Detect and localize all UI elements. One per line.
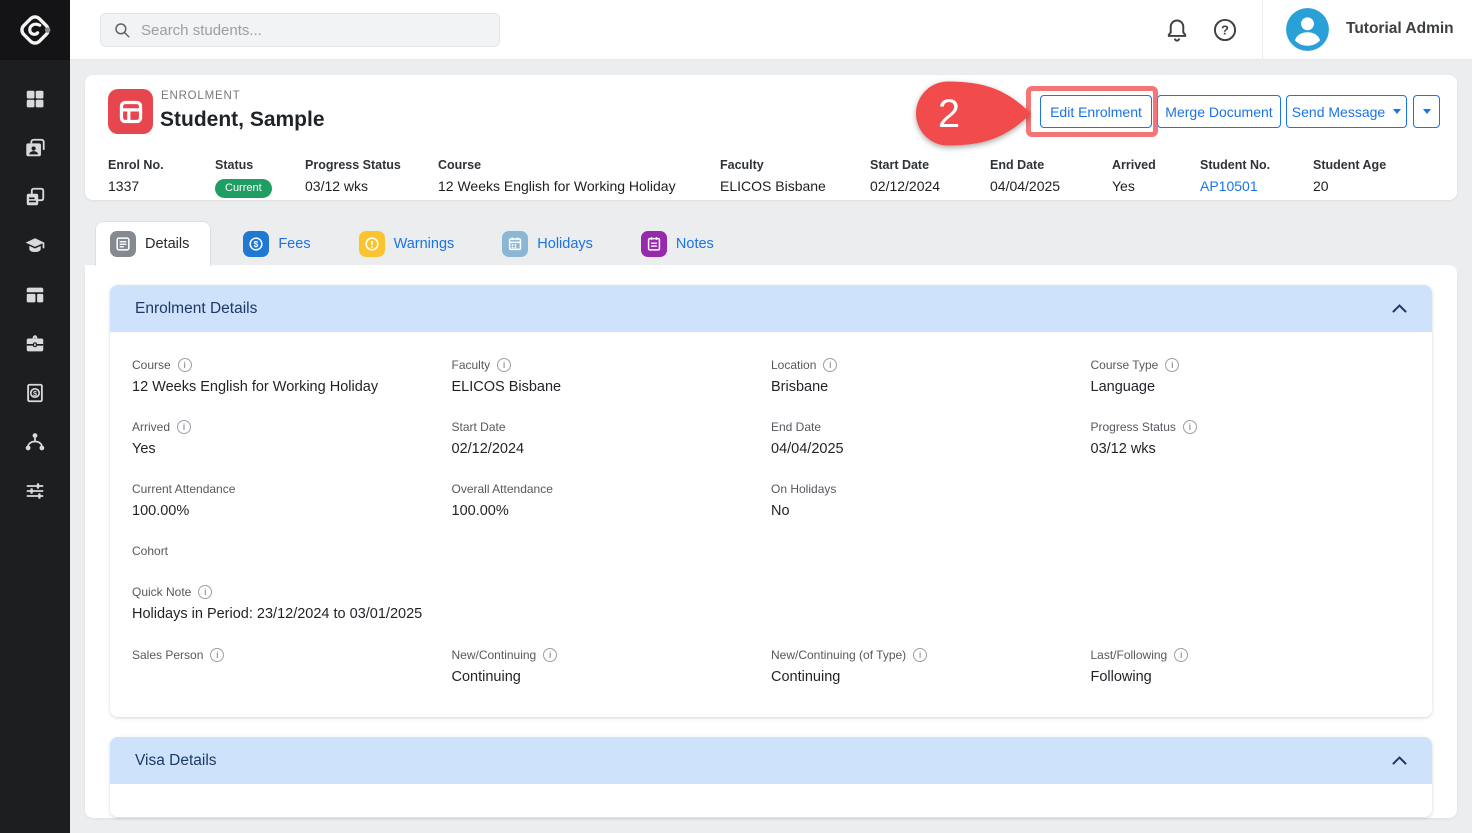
info-icon[interactable] <box>823 358 837 372</box>
top-bar: ? Tutorial Admin <box>70 0 1472 60</box>
tab-details[interactable]: Details <box>95 221 211 266</box>
enrolment-details-body: Course 12 Weeks English for Working Holi… <box>110 332 1432 717</box>
info-icon[interactable] <box>1174 648 1188 662</box>
panel-title: Visa Details <box>135 752 217 770</box>
app-logo[interactable] <box>0 0 70 60</box>
chevron-up-icon[interactable] <box>1392 304 1407 313</box>
field-progress-status: Progress Status 03/12 wks <box>1091 420 1411 482</box>
visa-details-header[interactable]: Visa Details <box>110 737 1432 784</box>
summary-end-date: End Date 04/04/2025 <box>990 158 1112 198</box>
topbar-divider <box>1262 0 1263 60</box>
nav-documents-icon[interactable] <box>24 186 46 208</box>
nav-settings-icon[interactable] <box>24 480 46 502</box>
nav-dashboard-icon[interactable] <box>24 88 46 110</box>
field-quick-note: Quick Note Holidays in Period: 23/12/202… <box>132 585 771 648</box>
tab-holidays[interactable]: Holidays <box>486 221 609 266</box>
svg-text:$: $ <box>254 239 259 249</box>
page-kicker: ENROLMENT <box>161 90 240 102</box>
field-overall-attendance: Overall Attendance 100.00% <box>452 482 772 544</box>
visa-details-body <box>110 784 1432 817</box>
warnings-tab-icon <box>359 231 385 257</box>
panel-title: Enrolment Details <box>135 300 257 318</box>
svg-text:$: $ <box>33 389 37 398</box>
field-course: Course 12 Weeks English for Working Holi… <box>132 358 452 420</box>
field-course-type: Course Type Language <box>1091 358 1411 420</box>
field-faculty: Faculty ELICOS Bisbane <box>452 358 772 420</box>
more-actions-button[interactable] <box>1413 95 1440 128</box>
status-badge: Current <box>215 179 272 198</box>
details-tab-icon <box>110 231 136 257</box>
summary-start-date: Start Date 02/12/2024 <box>870 158 990 198</box>
merge-document-button[interactable]: Merge Document <box>1157 95 1281 128</box>
info-icon[interactable] <box>198 585 212 599</box>
tab-notes[interactable]: Notes <box>625 221 730 266</box>
field-end-date: End Date 04/04/2025 <box>771 420 1091 482</box>
nav-layout-icon[interactable] <box>24 284 46 306</box>
tab-warnings[interactable]: Warnings <box>343 221 471 266</box>
enrolment-details-header[interactable]: Enrolment Details <box>110 285 1432 332</box>
edit-enrolment-button[interactable]: Edit Enrolment <box>1040 95 1152 128</box>
student-no-link[interactable]: AP10501 <box>1200 178 1258 194</box>
summary-arrived: Arrived Yes <box>1112 158 1200 198</box>
info-icon[interactable] <box>178 358 192 372</box>
chevron-down-icon <box>1423 109 1431 114</box>
student-search[interactable] <box>100 13 500 47</box>
send-message-button[interactable]: Send Message <box>1286 95 1407 128</box>
summary-course: Course 12 Weeks English for Working Holi… <box>438 158 720 198</box>
info-icon[interactable] <box>210 648 224 662</box>
holidays-tab-icon <box>502 231 528 257</box>
page-title: Student, Sample <box>160 108 325 132</box>
details-tab-content: Enrolment Details Course 12 Weeks Englis… <box>85 265 1457 818</box>
enrolment-module-icon <box>108 89 153 134</box>
field-last-following: Last/Following Following <box>1091 648 1411 706</box>
field-current-attendance: Current Attendance 100.00% <box>132 482 452 544</box>
enrolment-tabs: Details $ Fees Warnings Holidays Notes <box>95 221 730 266</box>
search-icon <box>113 21 131 39</box>
nav-finance-icon[interactable]: $ <box>24 382 46 404</box>
summary-student-age: Student Age 20 <box>1313 158 1457 198</box>
info-icon[interactable] <box>497 358 511 372</box>
summary-enrol-no: Enrol No. 1337 <box>108 158 215 198</box>
field-start-date: Start Date 02/12/2024 <box>452 420 772 482</box>
summary-status: Status Current <box>215 158 305 198</box>
chevron-up-icon[interactable] <box>1392 756 1407 765</box>
notifications-bell-icon[interactable] <box>1164 17 1190 43</box>
field-cohort: Cohort <box>132 544 452 585</box>
help-icon[interactable]: ? <box>1212 17 1238 43</box>
nav-courses-icon[interactable] <box>24 235 46 257</box>
tab-fees[interactable]: $ Fees <box>227 221 326 266</box>
field-on-holidays: On Holidays No <box>771 482 1091 544</box>
search-input[interactable] <box>141 22 487 39</box>
summary-student-no: Student No. AP10501 <box>1200 158 1313 198</box>
summary-progress-status: Progress Status 03/12 wks <box>305 158 438 198</box>
enrolment-header-card: ENROLMENT Student, Sample Edit Enrolment… <box>85 75 1457 200</box>
user-avatar[interactable] <box>1286 8 1329 51</box>
nav-network-icon[interactable] <box>24 431 46 453</box>
visa-details-panel: Visa Details <box>110 737 1432 817</box>
sidebar: $ <box>0 0 70 833</box>
field-arrived: Arrived Yes <box>132 420 452 482</box>
enrolment-details-panel: Enrolment Details Course 12 Weeks Englis… <box>110 285 1432 717</box>
field-sales-person: Sales Person <box>132 648 452 706</box>
field-location: Location Brisbane <box>771 358 1091 420</box>
fees-tab-icon: $ <box>243 231 269 257</box>
brand-logo-icon <box>16 11 54 49</box>
nav-students-icon[interactable] <box>24 137 46 159</box>
svg-text:?: ? <box>1221 23 1229 38</box>
info-icon[interactable] <box>543 648 557 662</box>
enrolment-summary-bar: Enrol No. 1337 Status Current Progress S… <box>85 158 1457 198</box>
field-new-continuing: New/Continuing Continuing <box>452 648 772 706</box>
summary-faculty: Faculty ELICOS Bisbane <box>720 158 870 198</box>
info-icon[interactable] <box>1183 420 1197 434</box>
notes-tab-icon <box>641 231 667 257</box>
field-new-continuing-of-type: New/Continuing (of Type) Continuing <box>771 648 1091 706</box>
info-icon[interactable] <box>177 420 191 434</box>
info-icon[interactable] <box>913 648 927 662</box>
info-icon[interactable] <box>1165 358 1179 372</box>
chevron-down-icon <box>1393 109 1401 114</box>
nav-agents-icon[interactable] <box>24 333 46 355</box>
user-name[interactable]: Tutorial Admin <box>1346 20 1454 38</box>
